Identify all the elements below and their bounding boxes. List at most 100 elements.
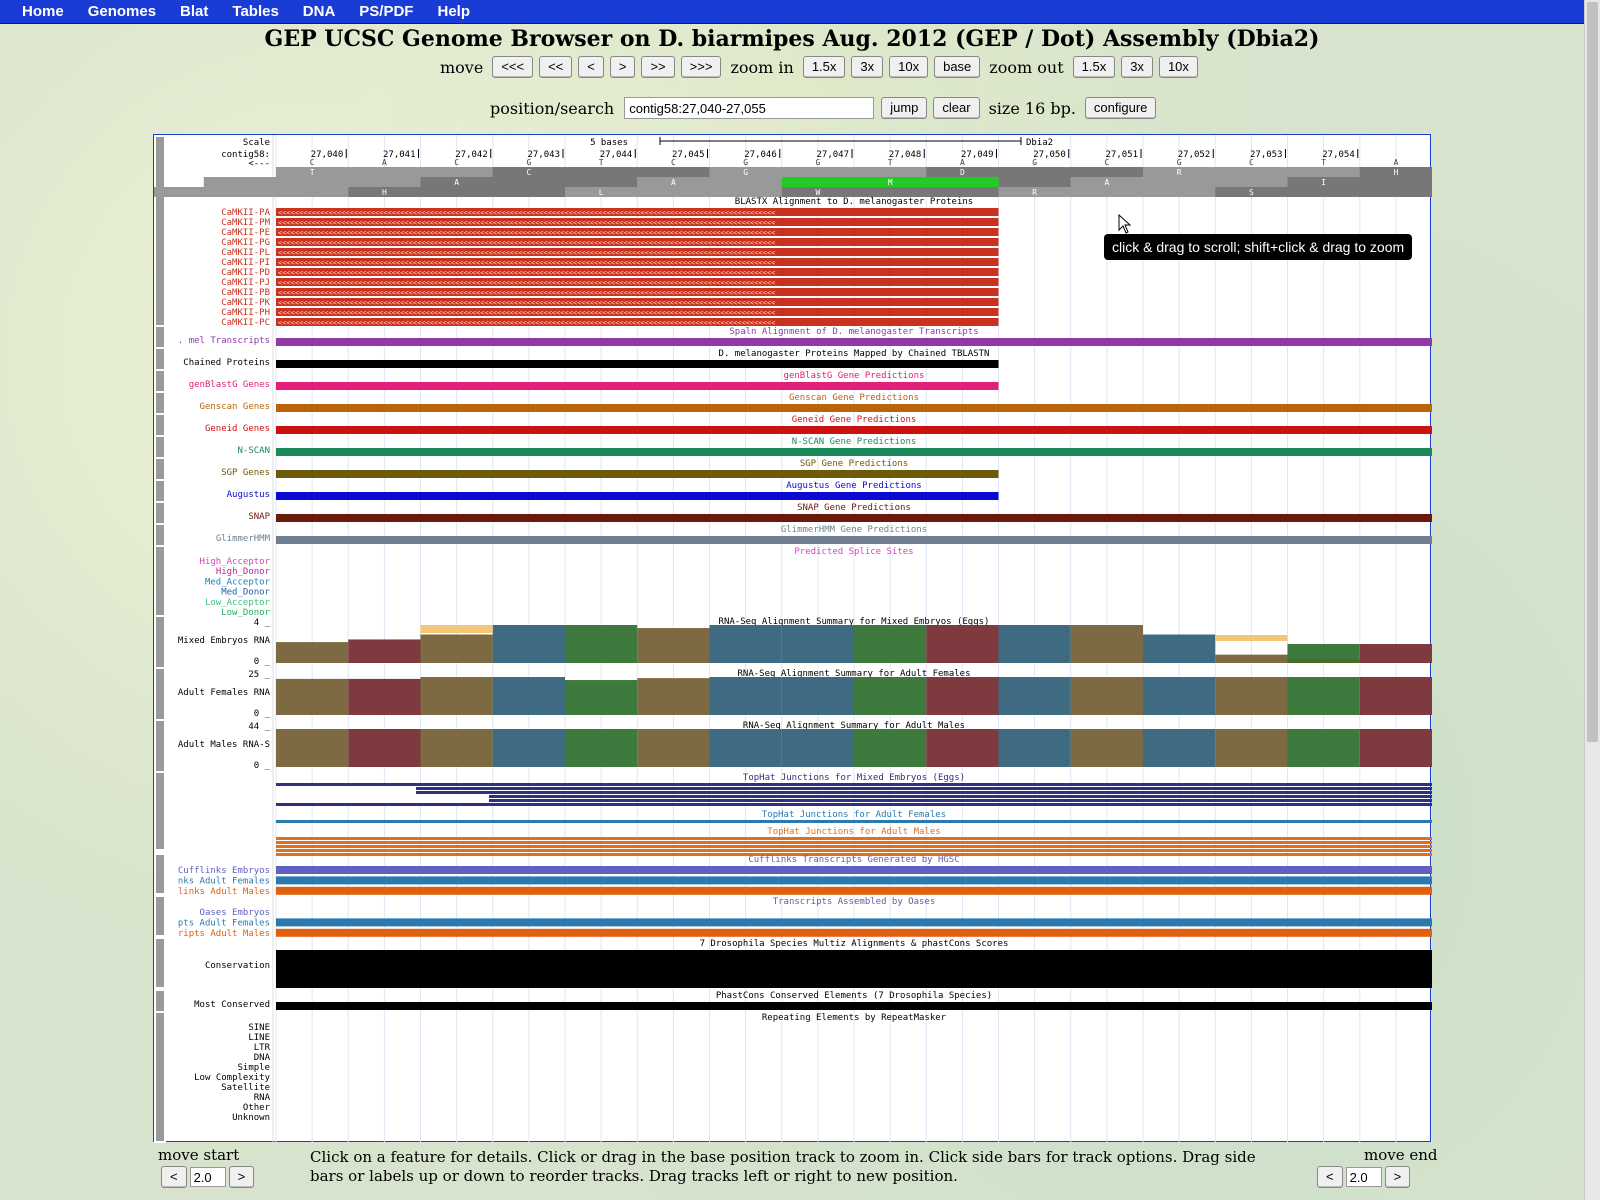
- rna_embryo-coverage-bar[interactable]: [781, 625, 854, 663]
- rna_embryo-coverage-bar[interactable]: [1359, 644, 1432, 663]
- jump-button[interactable]: jump: [881, 97, 928, 119]
- track-sidebar[interactable]: [156, 525, 164, 545]
- move-start-left-button[interactable]: <: [161, 1166, 187, 1188]
- nav-home[interactable]: Home: [10, 3, 76, 20]
- tophat_male-junction-bar[interactable]: [276, 841, 1432, 844]
- position-search-input[interactable]: [624, 97, 875, 119]
- track-sidebar[interactable]: [156, 991, 164, 1011]
- rna_embryo-coverage-bar[interactable]: [637, 628, 710, 663]
- rna_female-coverage-bar[interactable]: [854, 677, 927, 715]
- geneid-feature-bar[interactable]: [276, 426, 1432, 434]
- nav-pspdf[interactable]: PS/PDF: [347, 3, 425, 20]
- chained-feature-bar[interactable]: [276, 360, 999, 368]
- move-start-amount-input[interactable]: [189, 1167, 226, 1187]
- rna_male-coverage-bar[interactable]: [1215, 729, 1288, 767]
- rna_male-coverage-bar[interactable]: [492, 729, 565, 767]
- tophat_embryo-junction-bar[interactable]: [276, 791, 1432, 794]
- genome-browser-image[interactable]: Scale contig58: <--- 5 bases Dbia2 27,040 27,0…: [153, 134, 1432, 1143]
- rna_male-coverage-bar[interactable]: [1070, 729, 1143, 767]
- track-sidebar[interactable]: [156, 773, 164, 849]
- track-sidebar[interactable]: [156, 459, 164, 479]
- rna_male-coverage-bar[interactable]: [276, 729, 349, 767]
- rna_female-coverage-bar[interactable]: [1287, 677, 1360, 715]
- track-sidebar[interactable]: [156, 855, 164, 893]
- move-end-amount-input[interactable]: [1345, 1167, 1382, 1187]
- rna_female-coverage-bar[interactable]: [1143, 677, 1216, 715]
- rna_male-coverage-bar[interactable]: [781, 729, 854, 767]
- oases-feature-bar[interactable]: [276, 918, 1432, 927]
- tophat_male-junction-bar[interactable]: [276, 837, 1432, 840]
- rna_male-coverage-bar[interactable]: [709, 729, 782, 767]
- clear-button[interactable]: clear: [933, 97, 980, 119]
- track-sidebar[interactable]: [156, 137, 164, 195]
- rna_female-coverage-bar[interactable]: [1215, 677, 1288, 715]
- rna_male-coverage-bar[interactable]: [854, 729, 927, 767]
- track-sidebar[interactable]: [156, 617, 164, 667]
- rna_female-coverage-bar[interactable]: [348, 678, 421, 715]
- oases-feature-bar[interactable]: [276, 928, 1432, 937]
- tophat_male-junction-bar[interactable]: [276, 849, 1432, 852]
- track-sidebar[interactable]: [156, 371, 164, 391]
- rna_embryo-coverage-bar[interactable]: [998, 625, 1071, 663]
- nav-blat[interactable]: Blat: [168, 3, 220, 20]
- tophat_male-junction-bar[interactable]: [276, 845, 1432, 848]
- rna_embryo-coverage-bar[interactable]: [276, 642, 349, 663]
- track-sidebar[interactable]: [156, 669, 164, 719]
- rna_male-coverage-bar[interactable]: [348, 729, 421, 767]
- scrollbar-thumb[interactable]: [1587, 2, 1598, 742]
- move-right-button[interactable]: >: [609, 56, 636, 78]
- track-sidebar[interactable]: [156, 1013, 164, 1141]
- rna_female-coverage-bar[interactable]: [492, 677, 565, 715]
- spaln-feature-bar[interactable]: [276, 338, 1432, 346]
- tophat_female-junction-bar[interactable]: [276, 820, 1432, 823]
- track-sidebar[interactable]: [156, 393, 164, 413]
- track-sidebar[interactable]: [156, 197, 164, 325]
- rna_female-coverage-bar[interactable]: [637, 678, 710, 715]
- rna_embryo-coverage-bar[interactable]: [492, 625, 565, 663]
- rna_male-coverage-bar[interactable]: [1143, 729, 1216, 767]
- rna_male-coverage-bar[interactable]: [1359, 729, 1432, 767]
- tophat_embryo-junction-bar[interactable]: [276, 787, 1432, 790]
- zoom-out-1-5x-button[interactable]: 1.5x: [1072, 56, 1116, 78]
- nav-dna[interactable]: DNA: [291, 3, 348, 20]
- zoom-out-3x-button[interactable]: 3x: [1121, 56, 1153, 78]
- tophat_embryo-junction-bar[interactable]: [276, 803, 1432, 806]
- rna_embryo-coverage-bar[interactable]: [565, 625, 638, 663]
- move-right-medium-button[interactable]: >>: [641, 56, 675, 78]
- rna_female-coverage-bar[interactable]: [926, 677, 999, 715]
- nav-genomes[interactable]: Genomes: [76, 3, 168, 20]
- zoom-out-10x-button[interactable]: 10x: [1158, 56, 1198, 78]
- track-sidebar[interactable]: [156, 481, 164, 501]
- rna_male-coverage-bar[interactable]: [420, 729, 493, 767]
- sgp-feature-bar[interactable]: [276, 470, 999, 478]
- move-left-button[interactable]: <: [578, 56, 604, 78]
- rna_male-coverage-bar[interactable]: [565, 729, 638, 767]
- phastcons-feature-bar[interactable]: [276, 1002, 1432, 1010]
- genscan-feature-bar[interactable]: [276, 404, 1432, 412]
- move-start-right-button[interactable]: >: [228, 1166, 255, 1188]
- rna_female-coverage-bar[interactable]: [1359, 677, 1432, 715]
- configure-button[interactable]: configure: [1084, 97, 1157, 119]
- rna_embryo-coverage-bar[interactable]: [709, 625, 782, 663]
- zoom-in-base-button[interactable]: base: [934, 56, 981, 78]
- track-sidebar[interactable]: [156, 721, 164, 771]
- conservation-plot[interactable]: [276, 950, 1432, 988]
- nscan-feature-bar[interactable]: [276, 448, 1432, 456]
- track-sidebar[interactable]: [156, 349, 164, 369]
- rna_female-coverage-bar[interactable]: [1070, 677, 1143, 715]
- rna_female-coverage-bar[interactable]: [998, 677, 1071, 715]
- nav-tables[interactable]: Tables: [220, 3, 290, 20]
- rna_embryo-coverage-bar[interactable]: [348, 639, 421, 663]
- track-sidebar[interactable]: [156, 437, 164, 457]
- rna_female-coverage-bar[interactable]: [420, 677, 493, 715]
- move-right-far-button[interactable]: >>>: [680, 56, 722, 78]
- move-end-left-button[interactable]: <: [1317, 1166, 1343, 1188]
- genblast-feature-bar[interactable]: [276, 382, 999, 390]
- track-sidebar[interactable]: [156, 415, 164, 435]
- rna_embryo-coverage-bar[interactable]: [1143, 634, 1216, 664]
- zoom-in-1-5x-button[interactable]: 1.5x: [802, 56, 846, 78]
- rna_female-coverage-bar[interactable]: [709, 677, 782, 715]
- rna_male-coverage-bar[interactable]: [1287, 729, 1360, 767]
- rna_male-coverage-bar[interactable]: [637, 729, 710, 767]
- zoom-in-3x-button[interactable]: 3x: [851, 56, 884, 78]
